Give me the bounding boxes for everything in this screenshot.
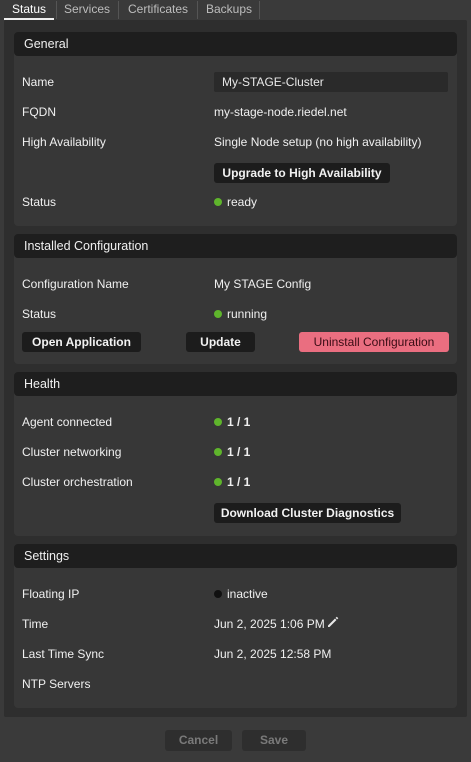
- ha-value: Single Node setup (no high availability): [214, 135, 422, 149]
- cluster-status-text: ready: [227, 195, 258, 209]
- uninstall-configuration-button[interactable]: Uninstall Configuration: [299, 332, 449, 352]
- general-section: General Name My-STAGE-Cluster FQDN my-st…: [14, 32, 457, 226]
- cluster-networking-value: 1 / 1: [214, 445, 250, 459]
- fqdn-label: FQDN: [22, 105, 56, 119]
- name-input[interactable]: My-STAGE-Cluster: [214, 72, 448, 92]
- section-header-installed-configuration: Installed Configuration: [14, 234, 457, 258]
- health-section: Health Agent connected 1 / 1 Cluster net…: [14, 372, 457, 536]
- cluster-networking-count: 1 / 1: [227, 445, 251, 459]
- cluster-orchestration-label: Cluster orchestration: [22, 475, 133, 489]
- fqdn-value: my-stage-node.riedel.net: [214, 105, 347, 119]
- floating-ip-label: Floating IP: [22, 587, 80, 601]
- status-ok-icon: [214, 310, 222, 318]
- config-name-value: My STAGE Config: [214, 277, 312, 291]
- edit-pencil-icon[interactable]: [326, 615, 340, 629]
- last-time-sync-label: Last Time Sync: [22, 647, 105, 661]
- open-application-button[interactable]: Open Application: [22, 332, 141, 352]
- status-label: Status: [22, 195, 57, 209]
- tab-divider: [118, 1, 119, 19]
- cluster-status: ready: [214, 195, 257, 209]
- status-ok-icon: [214, 448, 222, 456]
- status-panel: General Name My-STAGE-Cluster FQDN my-st…: [4, 20, 467, 717]
- time-label: Time: [22, 617, 49, 631]
- config-status: running: [214, 307, 267, 321]
- ntp-servers-label: NTP Servers: [22, 677, 91, 691]
- tab-divider: [56, 1, 57, 19]
- section-header-general: General: [14, 32, 457, 56]
- section-header-health: Health: [14, 372, 457, 396]
- settings-section: Settings Floating IP inactive Time Jun 2…: [14, 544, 457, 708]
- tab-status[interactable]: Status: [4, 0, 54, 20]
- cancel-button[interactable]: Cancel: [165, 730, 232, 751]
- time-value: Jun 2, 2025 1:06 PM: [214, 617, 325, 631]
- config-name-label: Configuration Name: [22, 277, 129, 291]
- save-button[interactable]: Save: [242, 730, 306, 751]
- update-button[interactable]: Update: [186, 332, 255, 352]
- download-diagnostics-button[interactable]: Download Cluster Diagnostics: [214, 503, 401, 523]
- floating-ip-status-text: inactive: [227, 587, 268, 601]
- tab-bar: Status Services Certificates Backups: [0, 0, 471, 20]
- cluster-orchestration-value: 1 / 1: [214, 475, 250, 489]
- status-ok-icon: [214, 418, 222, 426]
- status-ok-icon: [214, 478, 222, 486]
- installed-configuration-section: Installed Configuration Configuration Na…: [14, 234, 457, 364]
- config-status-text: running: [227, 307, 268, 321]
- agent-connected-label: Agent connected: [22, 415, 113, 429]
- config-status-label: Status: [22, 307, 57, 321]
- tab-divider: [259, 1, 260, 19]
- agent-connected-value: 1 / 1: [214, 415, 250, 429]
- tab-certificates[interactable]: Certificates: [122, 0, 194, 20]
- tab-services[interactable]: Services: [58, 0, 116, 20]
- cluster-networking-label: Cluster networking: [22, 445, 122, 459]
- status-ok-icon: [214, 198, 222, 206]
- upgrade-ha-button[interactable]: Upgrade to High Availability: [214, 163, 390, 183]
- section-header-settings: Settings: [14, 544, 457, 568]
- tab-divider: [197, 1, 198, 19]
- tab-backups[interactable]: Backups: [201, 0, 257, 20]
- name-label: Name: [22, 75, 55, 89]
- status-inactive-icon: [214, 590, 222, 598]
- floating-ip-value: inactive: [214, 587, 268, 601]
- cluster-orchestration-count: 1 / 1: [227, 475, 251, 489]
- ha-label: High Availability: [22, 135, 106, 149]
- agent-connected-count: 1 / 1: [227, 415, 251, 429]
- last-time-sync-value: Jun 2, 2025 12:58 PM: [214, 647, 332, 661]
